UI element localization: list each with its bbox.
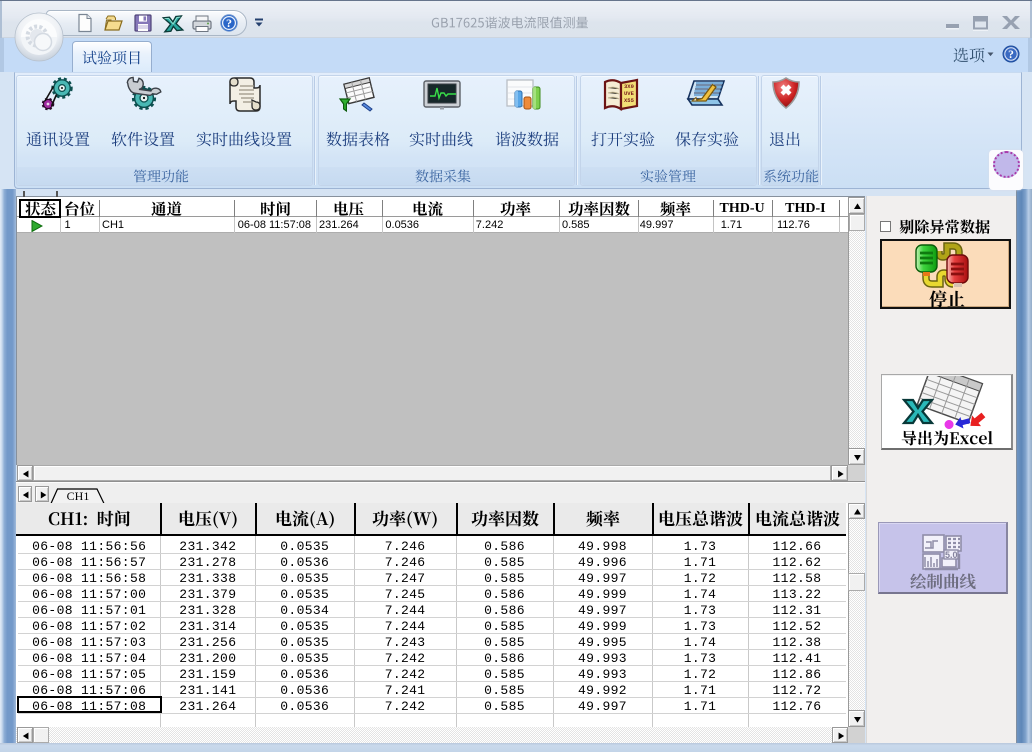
svg-text:?: ? xyxy=(226,16,232,30)
svg-text:X55: X55 xyxy=(624,97,635,104)
svg-text:UVE: UVE xyxy=(624,90,635,97)
svg-text:5.0: 5.0 xyxy=(945,550,958,560)
svg-text:3X0: 3X0 xyxy=(624,83,634,90)
svg-text:?: ? xyxy=(1008,49,1014,61)
